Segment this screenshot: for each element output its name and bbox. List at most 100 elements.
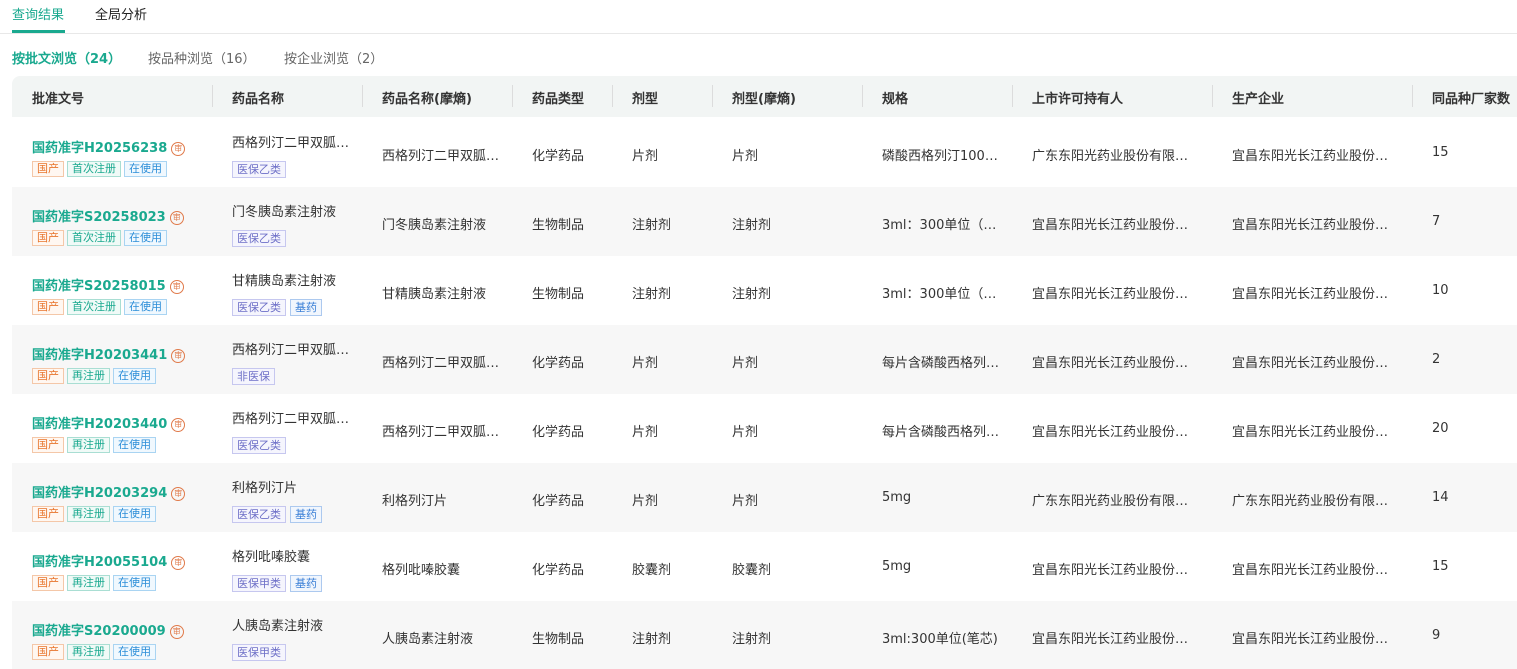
tag-insurance: 医保甲类 bbox=[232, 644, 286, 661]
column-divider[interactable] bbox=[712, 85, 713, 107]
col-specification: 规格 bbox=[882, 92, 909, 107]
insurance-tags: 医保甲类 bbox=[232, 641, 290, 661]
column-divider[interactable] bbox=[512, 85, 513, 107]
active-tab-indicator bbox=[12, 30, 65, 33]
approval-number-link[interactable]: 国药准字H20203441 审 bbox=[32, 344, 186, 363]
drug-type: 化学药品 bbox=[532, 563, 585, 578]
approval-number[interactable]: 国药准字H20256238 bbox=[32, 141, 167, 156]
manufacturer: 宜昌东阳光长江药业股份… bbox=[1232, 632, 1389, 647]
drug-name: 格列吡嗪胶囊 bbox=[232, 550, 311, 565]
approval-number[interactable]: 国药准字H20203294 bbox=[32, 486, 167, 501]
review-seal-icon: 审 bbox=[169, 625, 184, 639]
tag-status: 在使用 bbox=[124, 299, 167, 315]
approval-number[interactable]: 国药准字S20258015 bbox=[32, 279, 166, 294]
approval-number[interactable]: 国药准字H20203441 bbox=[32, 348, 167, 363]
drug-type: 化学药品 bbox=[532, 356, 585, 371]
tag-insurance: 医保甲类 bbox=[232, 575, 286, 592]
approval-number[interactable]: 国药准字H20055104 bbox=[32, 555, 167, 570]
review-seal-icon: 审 bbox=[169, 211, 184, 225]
col-same-variety-count: 同品种厂家数 bbox=[1432, 92, 1511, 107]
column-divider[interactable] bbox=[212, 85, 213, 107]
tab-browse-by-variety[interactable]: 按品种浏览（16） bbox=[148, 48, 256, 67]
license-holder: 宜昌东阳光长江药业股份… bbox=[1032, 287, 1189, 302]
table-row[interactable]: 国药准字H20203294 审 国产 再注册 在使用 利格列汀片 医保乙类 基药 利格列… bbox=[12, 463, 1517, 532]
dosage-form-ms: 注射剂 bbox=[732, 632, 772, 647]
manufacturer: 宜昌东阳光长江药业股份… bbox=[1232, 218, 1389, 233]
insurance-tags: 医保甲类 基药 bbox=[232, 572, 326, 592]
table-row[interactable]: 国药准字H20055104 审 国产 再注册 在使用 格列吡嗪胶囊 医保甲类 基药 格列… bbox=[12, 532, 1517, 601]
license-holder: 宜昌东阳光长江药业股份… bbox=[1032, 425, 1189, 440]
approval-number-link[interactable]: 国药准字S20258023 审 bbox=[32, 206, 184, 225]
tab-global-analysis[interactable]: 全局分析 bbox=[95, 7, 147, 25]
table-row[interactable]: 国药准字H20256238 审 国产 首次注册 在使用 西格列汀二甲双胍… 医保乙类 … bbox=[12, 118, 1517, 187]
dosage-form: 注射剂 bbox=[632, 287, 672, 302]
specification: 5mg bbox=[882, 559, 912, 574]
approval-tags: 国产 再注册 在使用 bbox=[32, 640, 159, 660]
approval-number-link[interactable]: 国药准字S20200009 审 bbox=[32, 620, 184, 639]
top-tab-bar: 查询结果 全局分析 bbox=[0, 0, 1517, 34]
approval-number-link[interactable]: 国药准字H20055104 审 bbox=[32, 551, 186, 570]
drug-name: 西格列汀二甲双胍… bbox=[232, 343, 350, 358]
insurance-tags: 医保乙类 基药 bbox=[232, 296, 326, 316]
drug-name-ms: 西格列汀二甲双胍… bbox=[382, 149, 500, 164]
approval-number-link[interactable]: 国药准字H20203294 审 bbox=[32, 482, 186, 501]
column-divider[interactable] bbox=[362, 85, 363, 107]
approval-number-link[interactable]: 国药准字H20203440 审 bbox=[32, 413, 186, 432]
column-divider[interactable] bbox=[1212, 85, 1213, 107]
tab-query-results[interactable]: 查询结果 bbox=[12, 7, 64, 25]
dosage-form: 片剂 bbox=[632, 356, 659, 371]
dosage-form: 片剂 bbox=[632, 149, 659, 164]
column-divider[interactable] bbox=[862, 85, 863, 107]
approval-number[interactable]: 国药准字H20203440 bbox=[32, 417, 167, 432]
manufacturer: 宜昌东阳光长江药业股份… bbox=[1232, 149, 1389, 164]
column-divider[interactable] bbox=[612, 85, 613, 107]
drug-name: 甘精胰岛素注射液 bbox=[232, 274, 337, 289]
tag-registration: 再注册 bbox=[67, 644, 110, 660]
table-row[interactable]: 国药准字H20203440 审 国产 再注册 在使用 西格列汀二甲双胍… 医保乙类 西… bbox=[12, 394, 1517, 463]
tag-status: 在使用 bbox=[113, 575, 156, 591]
approval-number-link[interactable]: 国药准字H20256238 审 bbox=[32, 137, 186, 156]
approval-number[interactable]: 国药准字S20258023 bbox=[32, 210, 166, 225]
drug-type: 化学药品 bbox=[532, 494, 585, 509]
tab-browse-by-company[interactable]: 按企业浏览（2） bbox=[284, 48, 383, 67]
tag-registration: 首次注册 bbox=[67, 299, 121, 315]
table-row[interactable]: 国药准字H20203441 审 国产 再注册 在使用 西格列汀二甲双胍… 非医保 西格… bbox=[12, 325, 1517, 394]
table-row[interactable]: 国药准字S20200009 审 国产 再注册 在使用 人胰岛素注射液 医保甲类 人胰岛… bbox=[12, 601, 1517, 669]
dosage-form-ms: 注射剂 bbox=[732, 218, 772, 233]
dosage-form: 注射剂 bbox=[632, 218, 672, 233]
drug-type: 化学药品 bbox=[532, 425, 585, 440]
table-row[interactable]: 国药准字S20258015 审 国产 首次注册 在使用 甘精胰岛素注射液 医保乙类 基药… bbox=[12, 256, 1517, 325]
dosage-form-ms: 片剂 bbox=[732, 149, 759, 164]
review-seal-icon: 审 bbox=[171, 349, 186, 363]
column-divider[interactable] bbox=[1012, 85, 1013, 107]
same-variety-count: 9 bbox=[1432, 628, 1441, 643]
table-row[interactable]: 国药准字S20258023 审 国产 首次注册 在使用 门冬胰岛素注射液 医保乙类 门… bbox=[12, 187, 1517, 256]
specification: 3ml：300单位（… bbox=[882, 287, 997, 302]
approval-tags: 国产 再注册 在使用 bbox=[32, 433, 159, 453]
same-variety-count: 14 bbox=[1432, 490, 1449, 505]
column-divider[interactable] bbox=[1412, 85, 1413, 107]
col-drug-name-ms: 药品名称(摩熵) bbox=[382, 92, 472, 107]
tag-registration: 再注册 bbox=[67, 437, 110, 453]
approval-tags: 国产 首次注册 在使用 bbox=[32, 157, 170, 177]
same-variety-count: 7 bbox=[1432, 214, 1441, 229]
tag-essential-drug: 基药 bbox=[290, 299, 322, 316]
drug-name-ms: 人胰岛素注射液 bbox=[382, 632, 474, 647]
same-variety-count: 15 bbox=[1432, 559, 1449, 574]
review-seal-icon: 审 bbox=[171, 142, 186, 156]
tag-status: 在使用 bbox=[124, 230, 167, 246]
drug-type: 生物制品 bbox=[532, 218, 585, 233]
license-holder: 宜昌东阳光长江药业股份… bbox=[1032, 356, 1189, 371]
dosage-form-ms: 注射剂 bbox=[732, 287, 772, 302]
specification: 5mg bbox=[882, 490, 912, 505]
col-drug-type: 药品类型 bbox=[532, 92, 585, 107]
approval-tags: 国产 首次注册 在使用 bbox=[32, 295, 170, 315]
tag-domestic: 国产 bbox=[32, 368, 64, 384]
approval-number[interactable]: 国药准字S20200009 bbox=[32, 624, 166, 639]
specification: 磷酸西格列汀100… bbox=[882, 149, 998, 164]
tag-essential-drug: 基药 bbox=[290, 506, 322, 523]
specification: 3ml：300单位（… bbox=[882, 218, 997, 233]
approval-number-link[interactable]: 国药准字S20258015 审 bbox=[32, 275, 184, 294]
specification: 每片含磷酸西格列… bbox=[882, 356, 1000, 371]
tab-browse-by-approval[interactable]: 按批文浏览（24） bbox=[12, 48, 121, 67]
